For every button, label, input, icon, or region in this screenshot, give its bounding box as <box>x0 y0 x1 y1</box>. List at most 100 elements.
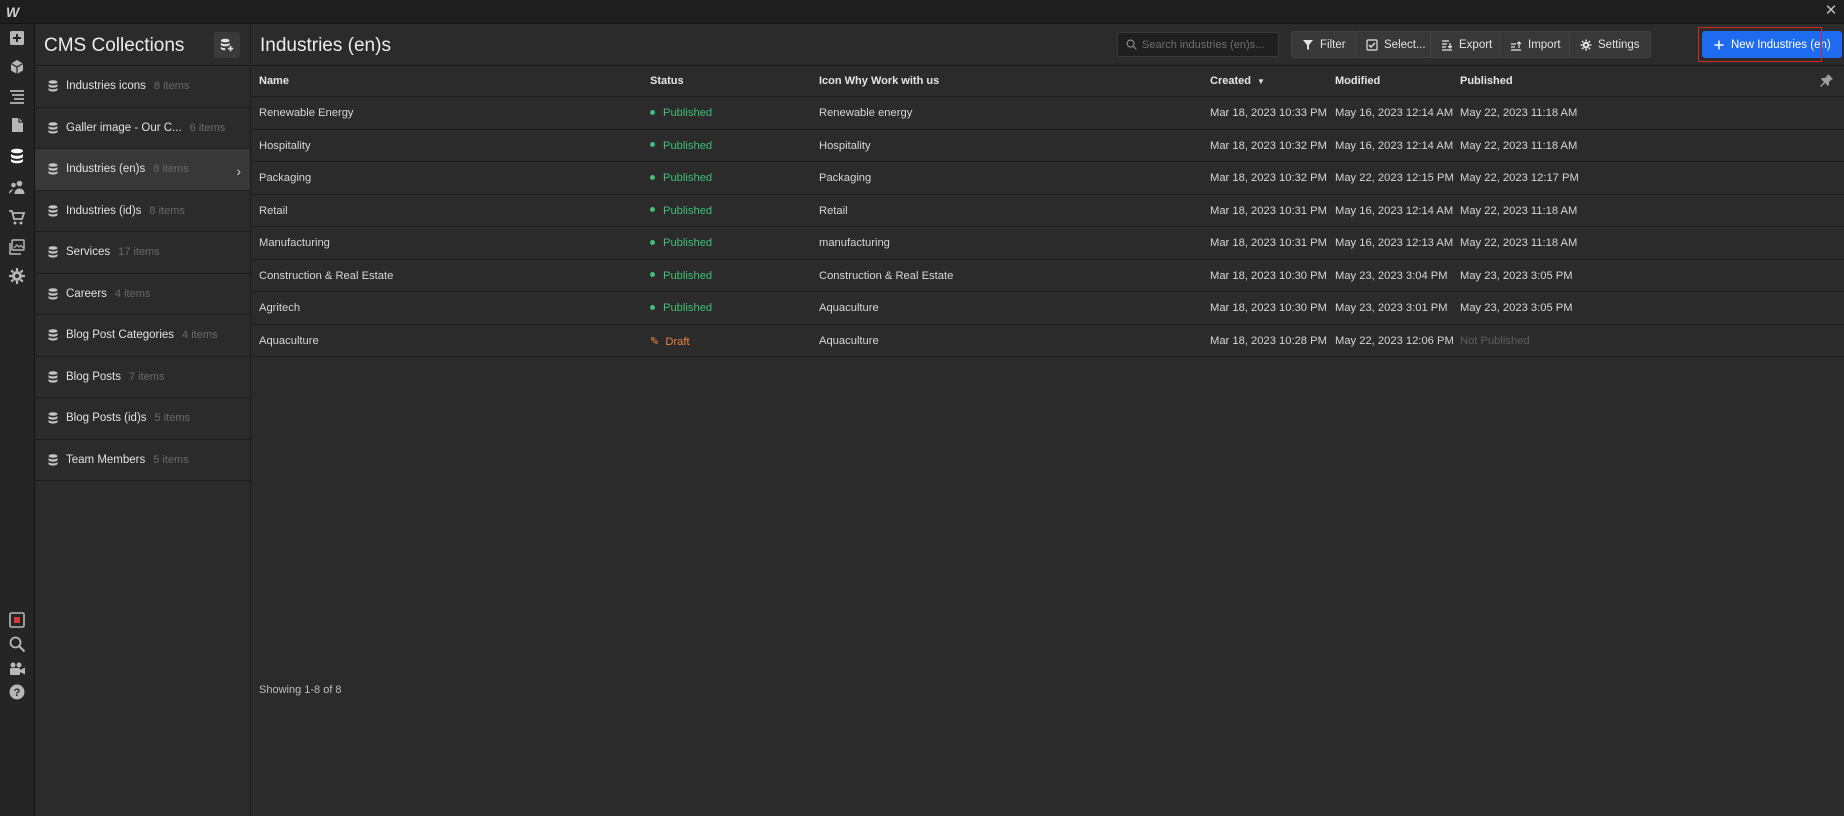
search-input[interactable] <box>1142 38 1272 51</box>
collection-name: Blog Posts (id)s <box>66 412 147 425</box>
collection-name: Industries (en)s <box>66 163 146 176</box>
video-icon[interactable] <box>5 657 29 681</box>
cell-name: Renewable Energy <box>259 107 354 119</box>
collection-header: Industries (en)s Filter Select... Export… <box>252 24 1844 66</box>
page-icon[interactable] <box>5 113 29 137</box>
cell-created: Mar 18, 2023 10:28 PM <box>1210 334 1327 347</box>
collection-item[interactable]: Galler image - Our C... 6 items <box>35 108 250 149</box>
database-icon <box>48 246 58 258</box>
col-icon[interactable]: Icon Why Work with us <box>819 75 939 87</box>
svg-text:?: ? <box>14 687 21 699</box>
close-icon[interactable]: ✕ <box>1822 2 1840 20</box>
filter-icon <box>1303 39 1313 50</box>
status-label: Published <box>663 237 713 249</box>
table-row[interactable]: Construction & Real Estate Published Const… <box>252 260 1844 292</box>
table-row[interactable]: Aquaculture ✎ Draft Aquaculture Mar 18, 2023… <box>252 325 1844 357</box>
select-button[interactable]: Select... <box>1355 31 1437 58</box>
cart-icon[interactable] <box>5 205 29 229</box>
navigator-icon[interactable] <box>5 84 29 108</box>
database-icon <box>48 121 58 134</box>
col-published[interactable]: Published <box>1460 75 1513 87</box>
add-collection-button[interactable] <box>214 32 240 58</box>
cell-name: Agritech <box>259 302 301 314</box>
export-button[interactable]: Export <box>1430 31 1504 58</box>
collection-name: Galler image - Our C... <box>66 121 182 134</box>
table-header: Name Status Icon Why Work with us Create… <box>252 66 1844 97</box>
database-icon <box>48 370 58 383</box>
collection-item[interactable]: Industries (en)s 8 items › <box>35 149 250 191</box>
cell-modified: May 23, 2023 3:04 PM <box>1335 269 1448 282</box>
stop-icon[interactable] <box>5 608 29 632</box>
cell-name: Manufacturing <box>259 237 330 249</box>
collection-count: 6 items <box>189 121 226 134</box>
collection-count: 8 items <box>153 80 190 93</box>
table-row[interactable]: Agritech Published Aquaculture Mar 18, 2023… <box>252 292 1844 325</box>
help-icon[interactable]: ? <box>5 680 29 704</box>
cell-published: May 22, 2023 11:18 AM <box>1460 107 1578 119</box>
filter-button[interactable]: Filter <box>1291 31 1357 58</box>
import-icon <box>1511 40 1522 51</box>
left-toolbar: ? <box>0 24 35 816</box>
search-field[interactable] <box>1117 32 1279 57</box>
status-dot-icon <box>650 174 655 180</box>
table-row[interactable]: Renewable Energy Published Renewable energ… <box>252 97 1844 130</box>
table-row[interactable]: Packaging Published Packaging Mar 18, 2023 … <box>252 162 1844 195</box>
table-row[interactable]: Retail Published Retail Mar 18, 2023 10:31 … <box>252 195 1844 227</box>
status-dot-icon <box>650 207 655 213</box>
collection-item[interactable]: Industries icons 8 items <box>35 66 250 108</box>
settings-button[interactable]: Settings <box>1569 31 1651 58</box>
collection-title: Industries (en)s <box>260 35 391 56</box>
status-label: Published <box>663 172 713 184</box>
collection-item[interactable]: Services 17 items <box>35 232 250 274</box>
webflow-logo[interactable]: W <box>6 3 24 21</box>
search-icon <box>1126 39 1137 50</box>
select-label: Select... <box>1384 38 1426 51</box>
collection-name: Team Members <box>66 453 146 466</box>
collection-item[interactable]: Careers 4 items <box>35 274 250 315</box>
status-label: Published <box>663 139 713 152</box>
table-row[interactable]: Hospitality Published Hospitality Mar 18, 2… <box>252 130 1844 162</box>
cell-status: Published <box>650 302 712 314</box>
cell-name: Retail <box>259 204 288 217</box>
pin-icon[interactable] <box>1820 73 1834 90</box>
col-created-label: Created <box>1210 75 1251 87</box>
col-status[interactable]: Status <box>650 75 684 87</box>
cell-published: May 22, 2023 11:18 AM <box>1460 204 1578 217</box>
plus-square-icon[interactable] <box>5 26 29 50</box>
col-modified[interactable]: Modified <box>1335 75 1380 87</box>
table-body: Renewable Energy Published Renewable energ… <box>252 97 1844 357</box>
collection-count: 5 items <box>154 412 190 425</box>
database-icon[interactable] <box>5 144 29 168</box>
cell-modified: May 16, 2023 12:14 AM <box>1335 204 1454 217</box>
gear-icon[interactable] <box>5 264 29 288</box>
cell-status: ✎ Draft <box>650 335 690 348</box>
export-label: Export <box>1459 38 1493 51</box>
collection-item[interactable]: Blog Posts (id)s 5 items <box>35 398 250 440</box>
import-button[interactable]: Import <box>1499 31 1572 58</box>
col-created[interactable]: Created ▼ <box>1210 75 1265 87</box>
collection-count: 17 items <box>118 246 160 259</box>
users-icon[interactable] <box>5 175 29 199</box>
image-icon[interactable] <box>5 235 29 259</box>
chevron-right-icon: › <box>236 163 241 179</box>
collection-item[interactable]: Blog Posts 7 items <box>35 357 250 398</box>
database-icon <box>48 80 58 92</box>
col-name[interactable]: Name <box>259 75 289 87</box>
cube-icon[interactable] <box>5 55 29 79</box>
collection-list: Industries icons 8 items Galler image - Ou… <box>35 66 250 481</box>
cms-header: CMS Collections <box>35 24 250 66</box>
database-icon <box>48 329 58 341</box>
collection-item[interactable]: Team Members 5 items <box>35 440 250 481</box>
status-label: Published <box>663 107 713 119</box>
cell-published: May 23, 2023 3:05 PM <box>1460 302 1573 314</box>
collection-name: Industries icons <box>66 80 146 93</box>
gear-icon <box>1580 39 1592 50</box>
collection-item[interactable]: Industries (id)s 8 items <box>35 191 250 232</box>
search-icon[interactable] <box>5 632 29 656</box>
table-row[interactable]: Manufacturing Published manufacturing Mar 1… <box>252 227 1844 260</box>
highlight-box <box>1698 27 1822 62</box>
cell-modified: May 16, 2023 12:14 AM <box>1335 107 1454 119</box>
cell-published: May 22, 2023 11:18 AM <box>1460 237 1578 249</box>
status-label: Published <box>663 269 713 282</box>
collection-item[interactable]: Blog Post Categories 4 items <box>35 315 250 357</box>
